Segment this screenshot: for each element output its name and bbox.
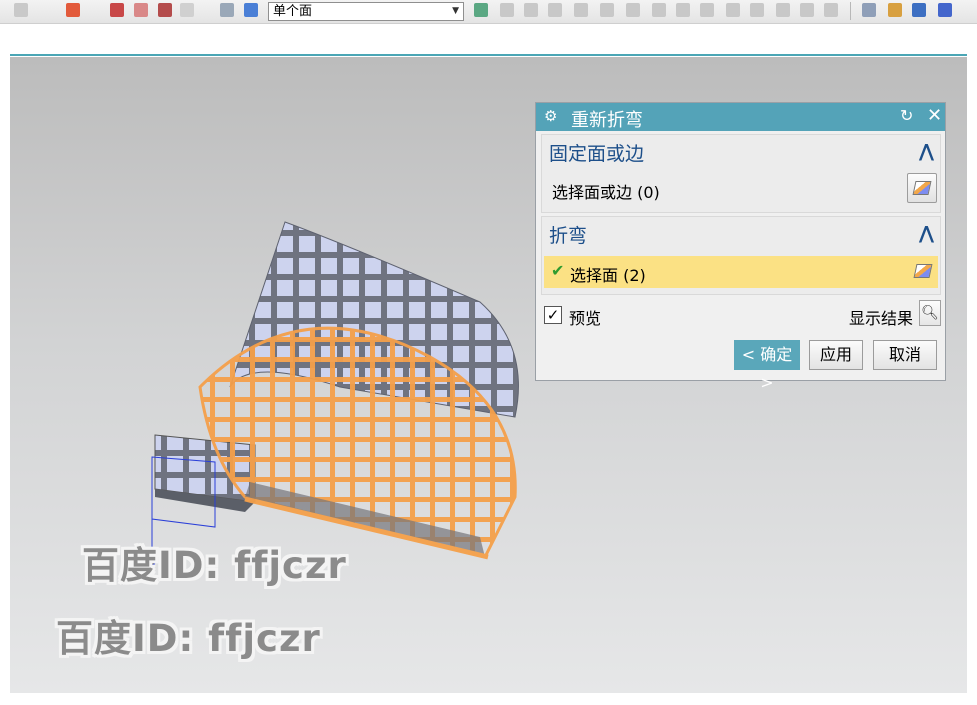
toolbar-icon-22[interactable] <box>800 3 814 17</box>
selection-filter-dropdown[interactable]: 单个面 ▼ <box>268 2 464 21</box>
watermark-2: 百度ID: ffjczr <box>56 617 321 660</box>
toolbar-icon-6[interactable] <box>180 3 194 17</box>
ok-button[interactable]: < 确定 > <box>734 340 800 392</box>
select-face-or-edge-row[interactable]: 选择面或边 (0) <box>544 173 938 205</box>
show-result-button[interactable]: 🔍︎ <box>919 300 941 326</box>
preview-label: 预览 <box>569 309 602 328</box>
dialog-title-bar[interactable]: ⚙ 重新折弯 ↻ ✕ <box>536 103 945 131</box>
select-face-row[interactable]: ✔ 选择面 (2) <box>544 256 938 288</box>
toolbar-icon-17[interactable] <box>676 3 690 17</box>
toolbar-icon-15[interactable] <box>626 3 640 17</box>
apply-button[interactable]: 应用 <box>809 340 863 370</box>
top-toolbar: 单个面 ▼ <box>0 0 977 24</box>
toolbar-icon-2[interactable] <box>66 3 80 17</box>
dialog-title: 重新折弯 <box>571 110 643 131</box>
toolbar-icon-16[interactable] <box>652 3 666 17</box>
group-bend-title: 折弯 <box>549 225 588 247</box>
toolbar-icon-1[interactable] <box>14 3 28 17</box>
magnifier-icon: 🔍︎ <box>921 305 939 321</box>
watermark-1: 百度ID: ffjczr <box>82 544 347 587</box>
toolbar-icon-19[interactable] <box>726 3 740 17</box>
toolbar-icon-26[interactable] <box>912 3 926 17</box>
caret-up-icon[interactable]: ⋀ <box>919 223 934 244</box>
preview-checkbox[interactable]: ✓ <box>544 306 562 324</box>
toolbar-icon-21[interactable] <box>776 3 790 17</box>
face-select-icon <box>912 181 932 195</box>
group-fixed-title: 固定面或边 <box>549 143 645 165</box>
face-select-button-2[interactable] <box>908 256 938 286</box>
group-bend: 折弯 ⋀ ✔ 选择面 (2) <box>541 216 941 295</box>
toolbar-icon-20[interactable] <box>750 3 764 17</box>
green-check-icon: ✔ <box>551 261 565 280</box>
toolbar-icon-13[interactable] <box>574 3 588 17</box>
show-result-label: 显示结果 <box>849 309 914 328</box>
caret-up-icon[interactable]: ⋀ <box>919 141 934 162</box>
toolbar-icon-14[interactable] <box>600 3 614 17</box>
ribbon-strip <box>10 24 967 56</box>
toolbar-icon-5[interactable] <box>158 3 172 17</box>
cancel-button[interactable]: 取消 <box>873 340 937 370</box>
toolbar-icon-10[interactable] <box>500 3 514 17</box>
toolbar-icon-8[interactable] <box>244 3 258 17</box>
toolbar-icon-12[interactable] <box>548 3 562 17</box>
group-bend-header[interactable]: 折弯 ⋀ <box>542 217 940 250</box>
toolbar-icon-4[interactable] <box>134 3 148 17</box>
bottom-strip <box>0 693 977 705</box>
settings-icon[interactable]: ⚙ <box>544 107 557 125</box>
group-fixed-header[interactable]: 固定面或边 ⋀ <box>542 135 940 168</box>
toolbar-icon-7[interactable] <box>220 3 234 17</box>
close-icon[interactable]: ✕ <box>927 105 942 126</box>
reset-icon[interactable]: ↻ <box>900 106 913 125</box>
toolbar-icon-27[interactable] <box>938 3 952 17</box>
toolbar-icon-24[interactable] <box>862 3 876 17</box>
app-window: 单个面 ▼ ⚙ 重新折弯 ↻ ✕ 固定面或边 ⋀ 选择面或边 (0) 折弯 ⋀ … <box>0 0 977 705</box>
group-fixed-face-edge: 固定面或边 ⋀ 选择面或边 (0) <box>541 134 941 213</box>
selection-filter-value: 单个面 <box>273 4 313 19</box>
chevron-down-icon: ▼ <box>452 6 459 16</box>
rebend-dialog: ⚙ 重新折弯 ↻ ✕ 固定面或边 ⋀ 选择面或边 (0) 折弯 ⋀ ✔ 选择面 … <box>535 102 946 392</box>
toolbar-icon-3[interactable] <box>110 3 124 17</box>
select-face-or-edge-label: 选择面或边 (0) <box>552 183 660 202</box>
toolbar-separator <box>850 2 851 20</box>
toolbar-icon-18[interactable] <box>700 3 714 17</box>
face-select-icon <box>913 264 933 278</box>
toolbar-icon-25[interactable] <box>888 3 902 17</box>
select-face-label: 选择面 (2) <box>570 266 646 285</box>
face-select-button[interactable] <box>907 173 937 203</box>
toolbar-icon-11[interactable] <box>524 3 538 17</box>
toolbar-icon-23[interactable] <box>824 3 838 17</box>
toolbar-icon-9[interactable] <box>474 3 488 17</box>
